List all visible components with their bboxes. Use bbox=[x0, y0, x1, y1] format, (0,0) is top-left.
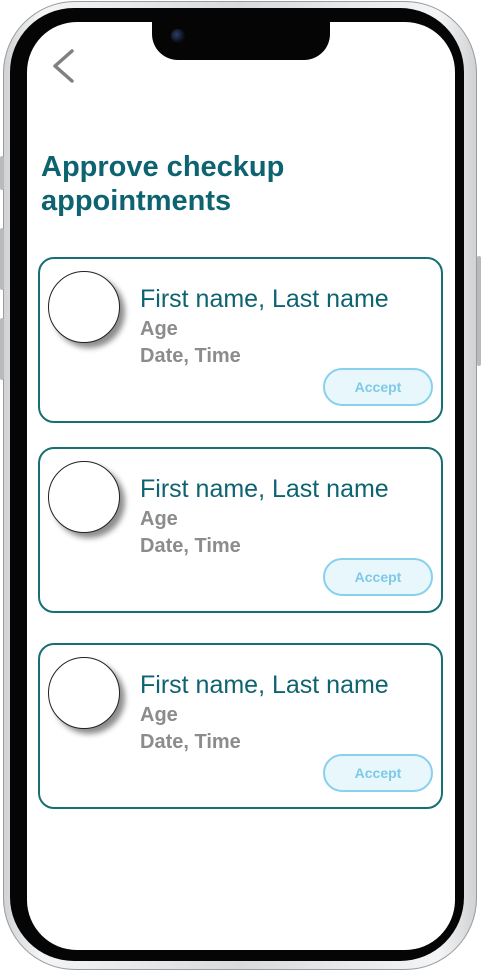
appointment-datetime: Date, Time bbox=[140, 535, 241, 557]
patient-age: Age bbox=[140, 508, 178, 530]
appointment-card: First name, Last name Age Date, Time Acc… bbox=[38, 447, 443, 613]
appointment-card: First name, Last name Age Date, Time Acc… bbox=[38, 643, 443, 809]
appointment-datetime: Date, Time bbox=[140, 345, 241, 367]
avatar bbox=[48, 271, 120, 343]
mute-switch bbox=[0, 156, 4, 190]
appointment-datetime: Date, Time bbox=[140, 731, 241, 753]
camera-icon bbox=[171, 29, 185, 43]
accept-button[interactable]: Accept bbox=[323, 368, 433, 406]
volume-up-button bbox=[0, 228, 4, 290]
patient-age: Age bbox=[140, 318, 178, 340]
power-button bbox=[477, 256, 481, 366]
appointment-card: First name, Last name Age Date, Time Acc… bbox=[38, 257, 443, 423]
avatar bbox=[48, 461, 120, 533]
patient-name: First name, Last name bbox=[140, 671, 389, 699]
patient-name: First name, Last name bbox=[140, 285, 389, 313]
chevron-left-icon bbox=[53, 49, 74, 83]
volume-down-button bbox=[0, 318, 4, 380]
avatar bbox=[48, 657, 120, 729]
patient-age: Age bbox=[140, 704, 178, 726]
page-title: Approve checkup appointments bbox=[41, 151, 285, 217]
accept-button[interactable]: Accept bbox=[323, 754, 433, 792]
accept-button[interactable]: Accept bbox=[323, 558, 433, 596]
patient-name: First name, Last name bbox=[140, 475, 389, 503]
back-button[interactable] bbox=[48, 48, 80, 84]
